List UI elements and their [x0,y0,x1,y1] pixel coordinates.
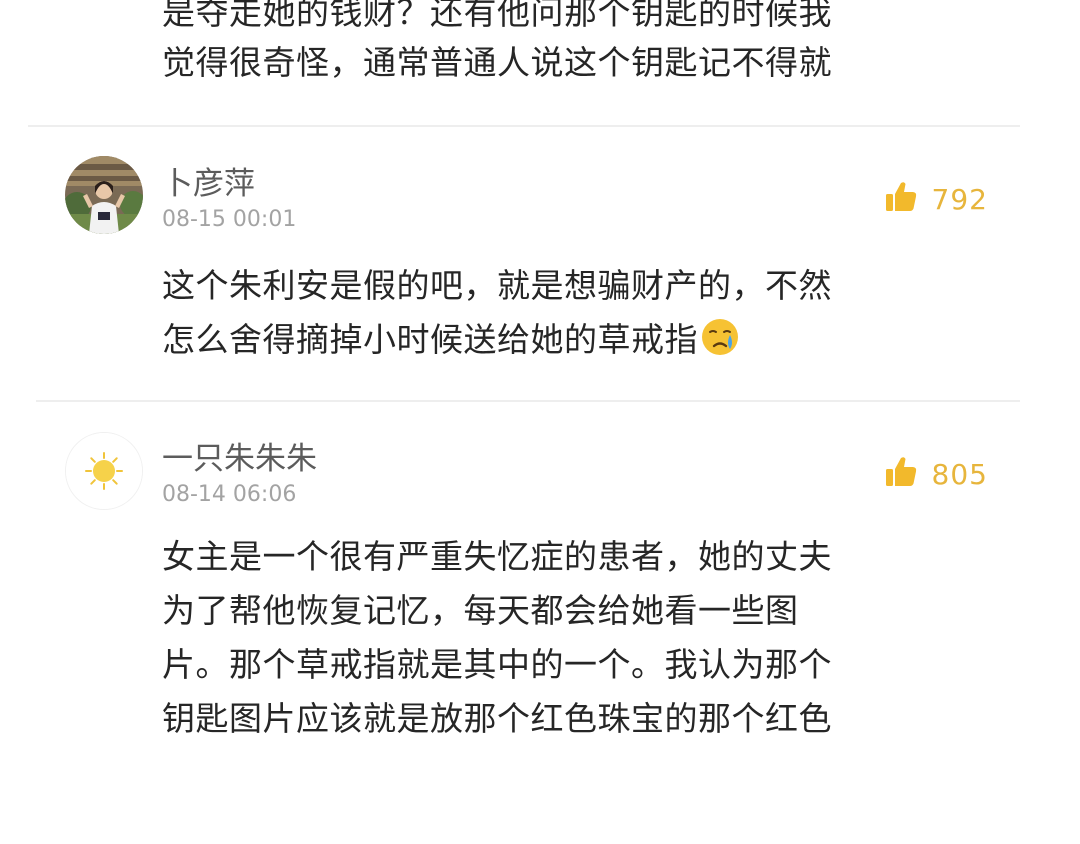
like-button[interactable]: 805 [884,455,988,493]
thumbs-up-icon[interactable] [884,180,918,218]
comment-text: 女主是一个很有严重失忆症的患者，她的丈夫 为了帮他恢复记忆，每天都会给她看一些图… [162,530,1002,746]
comment-text-line: 片。那个草戒指就是其中的一个。我认为那个 [162,645,832,684]
comment-feed: 是夺走她的钱财？还有他问那个钥匙的时候我 觉得很奇怪，通常普通人说这个钥匙记不得… [0,0,1080,844]
comment-text-line: 这个朱利安是假的吧，就是想骗财产的，不然 [162,266,832,305]
comment-text-line: 觉得很奇怪，通常普通人说这个钥匙记不得就 [162,43,832,82]
avatar-photo [65,156,143,234]
previous-comment-text: 是夺走她的钱财？还有他问那个钥匙的时候我 觉得很奇怪，通常普通人说这个钥匙记不得… [162,0,1002,88]
comment-text-line: 为了帮他恢复记忆，每天都会给她看一些图 [162,591,799,630]
comment-text-line: 怎么舍得摘掉小时候送给她的草戒指 [162,313,1002,373]
comment-divider [28,125,1020,127]
username[interactable]: 一只朱朱朱 [162,433,317,478]
like-button[interactable]: 792 [884,180,988,218]
username[interactable]: 卜彦萍 [162,158,255,203]
like-count: 805 [931,457,988,491]
comment-text-line: 是夺走她的钱财？还有他问那个钥匙的时候我 [162,0,832,32]
thumbs-up-icon[interactable] [884,455,918,493]
sun-avatar-icon [66,433,142,509]
crying-face-emoji [700,317,740,373]
comment-divider [36,400,1020,402]
timestamp: 08-15 00:01 [162,207,297,232]
avatar[interactable] [65,432,143,510]
comment-text-line: 女主是一个很有严重失忆症的患者，她的丈夫 [162,537,832,576]
comment-text: 这个朱利安是假的吧，就是想骗财产的，不然 怎么舍得摘掉小时候送给她的草戒指 [162,259,1002,373]
avatar[interactable] [65,156,143,234]
like-count: 792 [931,182,988,216]
timestamp: 08-14 06:06 [162,482,297,507]
comment-text-line: 钥匙图片应该就是放那个红色珠宝的那个红色 [162,699,832,738]
